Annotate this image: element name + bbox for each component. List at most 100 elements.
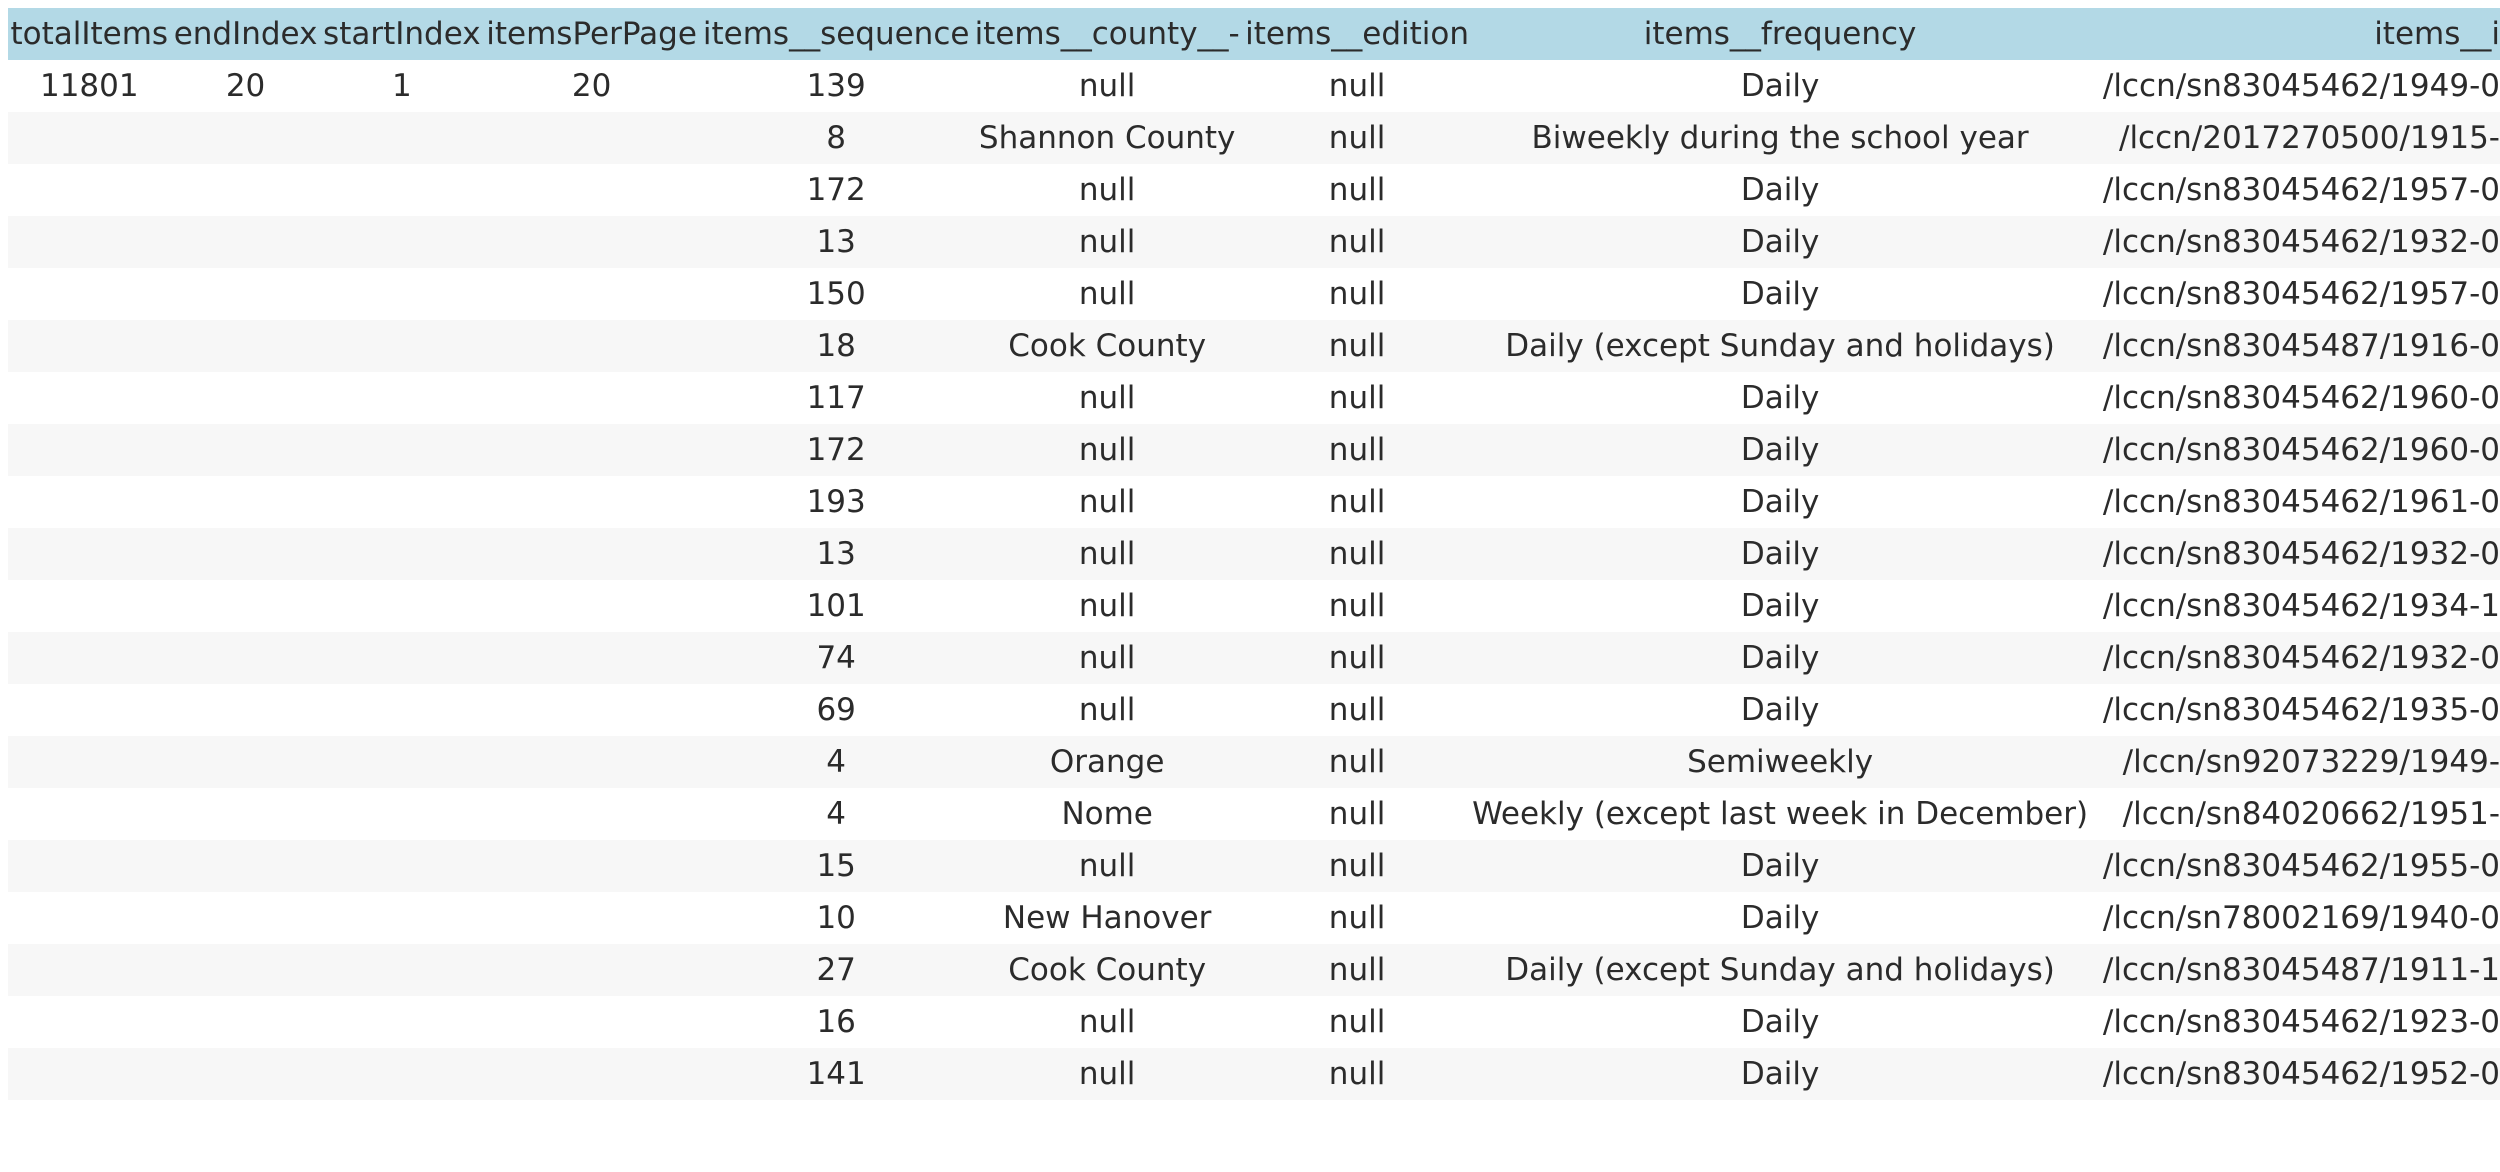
table-cell: Daily	[1740, 1056, 1820, 1092]
column-header[interactable]: totalItems	[8, 8, 171, 60]
table-cell: Daily	[1740, 484, 1820, 520]
table-cell: 27	[816, 952, 856, 988]
table-cell: null	[1328, 276, 1386, 312]
table-cell: Daily	[1740, 640, 1820, 676]
table-cell: null	[1328, 536, 1386, 572]
table-cell: null	[1328, 432, 1386, 468]
column-header[interactable]: items__edition	[1242, 8, 1472, 60]
table-cell: null	[1328, 796, 1386, 832]
table-cell	[321, 996, 484, 1048]
table-cell: /lccn/sn83045487/1916-0	[2102, 328, 2500, 364]
table-cell: Weekly (except last week in December)	[1472, 796, 2089, 832]
table-cell	[321, 788, 484, 840]
column-header[interactable]: items__sequence	[700, 8, 972, 60]
table-cell: New Hanover	[1002, 900, 1212, 936]
column-header[interactable]: endIndex	[171, 8, 321, 60]
table-cell	[171, 372, 321, 424]
table-body: 11801 20 1 20 139 null null Daily/lccn/sn830454…	[8, 60, 2500, 1100]
data-table-container: totalItems endIndex startIndex itemsPerP…	[8, 8, 2500, 1100]
table-cell: /lccn/sn83045462/1949-0	[2102, 68, 2500, 104]
table-cell: 11801	[39, 68, 139, 104]
table-cell: null	[1328, 744, 1386, 780]
table-cell	[8, 892, 171, 944]
table-cell: Orange	[1049, 744, 1165, 780]
table-cell: /lccn/sn78002169/1940-0	[2102, 900, 2500, 936]
table-cell	[8, 112, 171, 164]
table-row: 15 null null Daily/lccn/sn83045462/1955-0	[8, 840, 2500, 892]
table-cell: Nome	[1061, 796, 1153, 832]
table-cell: null	[1078, 484, 1136, 520]
table-cell	[321, 164, 484, 216]
table-cell: 101	[806, 588, 866, 624]
table-cell	[171, 892, 321, 944]
table-cell	[171, 580, 321, 632]
column-header[interactable]: itemsPerPage	[483, 8, 700, 60]
table-cell	[171, 216, 321, 268]
table-cell	[8, 736, 171, 788]
table-cell: Semiweekly	[1687, 744, 1874, 780]
table-cell: 74	[816, 640, 856, 676]
table-cell: /lccn/sn83045462/1960-0	[2102, 380, 2500, 416]
table-cell	[171, 632, 321, 684]
column-header[interactable]: startIndex	[321, 8, 484, 60]
table-cell: null	[1328, 1056, 1386, 1092]
table-cell	[483, 216, 700, 268]
table-row: 13 null null Daily/lccn/sn83045462/1932-0	[8, 216, 2500, 268]
table-cell: Daily	[1740, 588, 1820, 624]
table-cell: null	[1078, 588, 1136, 624]
table-cell: null	[1328, 640, 1386, 676]
table-cell	[8, 1048, 171, 1100]
table-cell: null	[1328, 952, 1386, 988]
table-cell: null	[1328, 328, 1386, 364]
table-cell	[483, 164, 700, 216]
table-cell	[483, 996, 700, 1048]
table-cell	[171, 424, 321, 476]
table-cell: null	[1078, 1056, 1136, 1092]
table-cell: 150	[806, 276, 866, 312]
table-row: 4 Nome null Weekly (except last week in Dec…	[8, 788, 2500, 840]
table-cell	[171, 528, 321, 580]
table-cell	[483, 736, 700, 788]
table-cell	[8, 476, 171, 528]
table-cell	[321, 320, 484, 372]
table-cell	[8, 320, 171, 372]
table-cell	[483, 320, 700, 372]
table-cell: null	[1328, 380, 1386, 416]
table-cell: Daily	[1740, 380, 1820, 416]
table-cell	[171, 996, 321, 1048]
table-cell	[321, 1048, 484, 1100]
table-cell: /lccn/sn83045462/1923-0	[2102, 1004, 2500, 1040]
table-cell	[8, 580, 171, 632]
table-cell: null	[1078, 848, 1136, 884]
table-cell: /lccn/sn83045462/1957-0	[2102, 276, 2500, 312]
table-cell: Daily	[1740, 900, 1820, 936]
table-cell: null	[1078, 536, 1136, 572]
table-cell: /lccn/sn83045462/1952-0	[2102, 1056, 2500, 1092]
column-header[interactable]: items__frequency	[1472, 8, 2088, 60]
table-cell	[8, 788, 171, 840]
table-cell	[171, 112, 321, 164]
table-cell: Daily	[1740, 432, 1820, 468]
table-cell	[8, 268, 171, 320]
table-cell	[171, 840, 321, 892]
table-cell: null	[1328, 484, 1386, 520]
table-cell	[8, 944, 171, 996]
table-row: 141 null null Daily/lccn/sn83045462/1952-0	[8, 1048, 2500, 1100]
table-cell	[171, 268, 321, 320]
table-cell: null	[1328, 120, 1386, 156]
table-cell: 193	[806, 484, 866, 520]
table-cell	[483, 684, 700, 736]
table-cell	[483, 892, 700, 944]
table-cell: /lccn/sn83045462/1932-0	[2102, 224, 2500, 260]
column-header[interactable]: items__county__-	[972, 8, 1242, 60]
table-cell	[171, 1048, 321, 1100]
table-cell	[171, 788, 321, 840]
table-cell: null	[1328, 224, 1386, 260]
table-cell: Biweekly during the school year	[1531, 120, 2029, 156]
table-cell: 141	[806, 1056, 866, 1092]
table-row: 4 Orange null Semiweekly/lccn/sn92073229/19…	[8, 736, 2500, 788]
column-header[interactable]: items__i	[2088, 8, 2500, 60]
table-cell: Cook County	[1008, 952, 1207, 988]
table-cell: null	[1078, 640, 1136, 676]
table-cell	[8, 684, 171, 736]
